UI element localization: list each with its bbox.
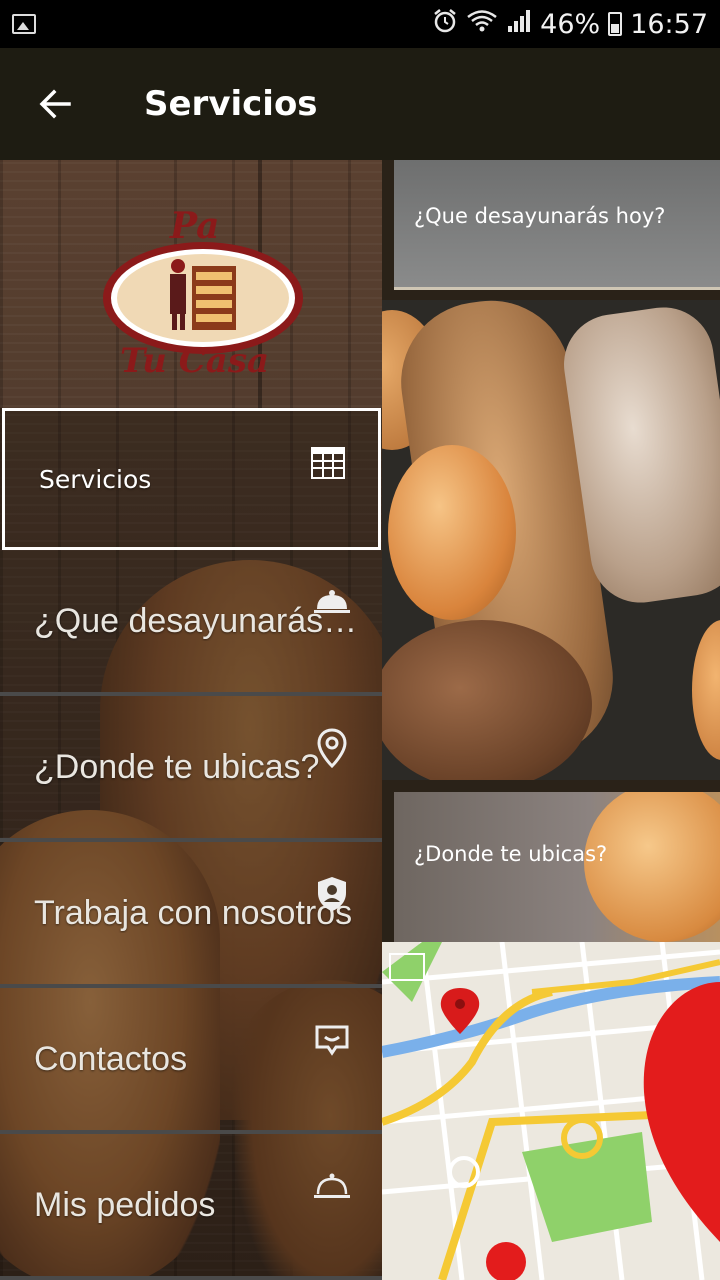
drawer-item-label: Mis pedidos bbox=[34, 1185, 216, 1224]
drawer-item-desayuno[interactable]: ¿Que desayunarás hoy? bbox=[0, 550, 382, 696]
battery-icon bbox=[608, 12, 623, 36]
drawer-item-label: Contactos bbox=[34, 1039, 188, 1078]
gallery-icon bbox=[12, 14, 36, 34]
card-title: ¿Donde te ubicas? bbox=[414, 842, 608, 866]
room-service-icon bbox=[312, 1166, 352, 1206]
chat-icon bbox=[312, 1020, 352, 1060]
navigation-drawer: Pa Tu Casa Servicios ¿Que desayunarás ho… bbox=[0, 160, 382, 1280]
shield-user-icon bbox=[312, 874, 352, 914]
arrow-back-icon bbox=[39, 89, 71, 119]
drawer-header: Pa Tu Casa bbox=[0, 160, 382, 408]
signal-icon bbox=[506, 8, 532, 41]
card-desayuno[interactable]: ¿Que desayunarás hoy? bbox=[394, 160, 720, 290]
bread-image bbox=[382, 300, 720, 780]
battery-percent: 46% bbox=[540, 8, 601, 40]
wifi-icon bbox=[466, 8, 498, 41]
page-title: Servicios bbox=[144, 84, 318, 124]
alarm-icon bbox=[432, 8, 458, 41]
drawer-item-label: ¿Donde te ubicas? bbox=[34, 747, 320, 786]
drawer-item-servicios[interactable]: Servicios bbox=[2, 408, 381, 550]
services-content: ¿Que desayunarás hoy? ¿Donde te ubicas? bbox=[382, 160, 720, 1280]
drawer-item-contactos[interactable]: Contactos bbox=[0, 988, 382, 1134]
card-ubicacion[interactable]: ¿Donde te ubicas? bbox=[394, 792, 720, 942]
drawer-item-label: Servicios bbox=[39, 464, 152, 494]
location-pin-icon bbox=[312, 728, 352, 768]
drawer-item-label: Trabaja con nosotros bbox=[34, 893, 353, 932]
logo: Pa Tu Casa bbox=[103, 205, 303, 380]
card-title: ¿Que desayunarás hoy? bbox=[414, 204, 666, 228]
logo-top-text: Pa bbox=[169, 205, 219, 247]
table-icon bbox=[308, 443, 348, 483]
map-image bbox=[382, 942, 720, 1280]
cloche-icon bbox=[312, 582, 352, 622]
status-time: 16:57 bbox=[630, 8, 708, 40]
logo-bottom-text: Tu Casa bbox=[120, 341, 269, 380]
back-button[interactable] bbox=[0, 48, 110, 160]
drawer-item-ubicacion[interactable]: ¿Donde te ubicas? bbox=[0, 696, 382, 842]
status-bar: 46% 16:57 bbox=[0, 0, 720, 48]
drawer-item-pedidos[interactable]: Mis pedidos bbox=[0, 1134, 382, 1280]
drawer-menu: Servicios ¿Que desayunarás hoy? ¿Donde t… bbox=[0, 408, 382, 1280]
app-bar: Servicios bbox=[0, 48, 720, 160]
drawer-item-trabaja[interactable]: Trabaja con nosotros bbox=[0, 842, 382, 988]
